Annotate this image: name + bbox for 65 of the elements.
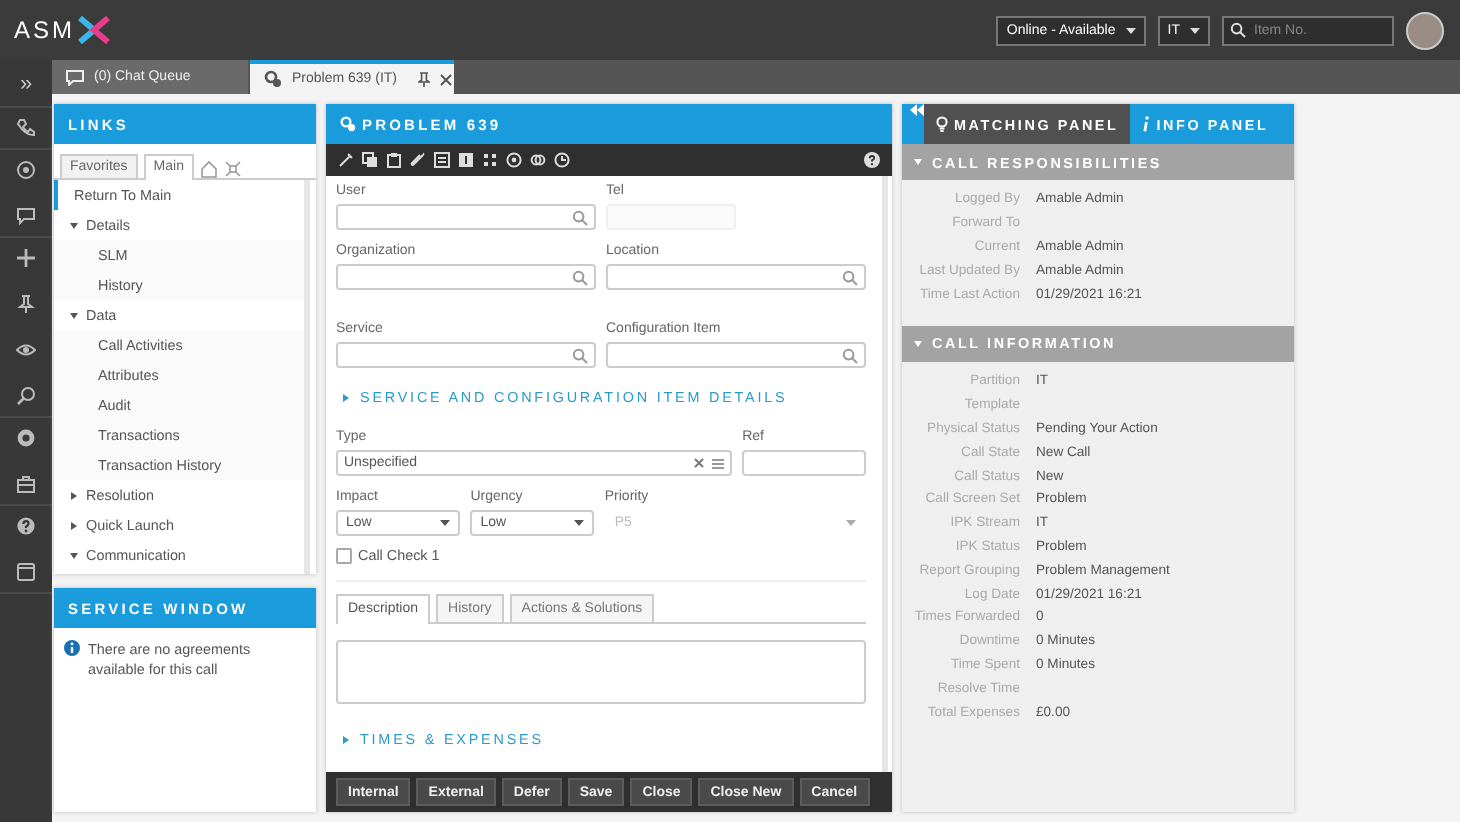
close-icon[interactable] bbox=[439, 73, 452, 85]
plus-icon[interactable] bbox=[16, 248, 36, 268]
paperclip-icon[interactable] bbox=[410, 152, 426, 168]
collapse-icon[interactable] bbox=[910, 104, 924, 116]
avatar[interactable] bbox=[1406, 11, 1444, 49]
caret-down-icon[interactable] bbox=[70, 551, 78, 559]
window-icon[interactable] bbox=[16, 562, 36, 582]
search-icon bbox=[572, 269, 588, 285]
clipboard-icon[interactable] bbox=[386, 152, 402, 168]
form-icon[interactable] bbox=[434, 152, 450, 168]
logo-text: ASM bbox=[14, 16, 76, 44]
pin-icon[interactable] bbox=[417, 71, 430, 87]
caret-down-icon[interactable] bbox=[70, 221, 78, 229]
caret-down-icon bbox=[845, 520, 856, 526]
link-icon[interactable] bbox=[530, 152, 546, 168]
copy-icon[interactable] bbox=[362, 152, 378, 168]
badge-icon[interactable] bbox=[16, 428, 36, 448]
search-icon bbox=[572, 347, 588, 363]
input-field[interactable] bbox=[336, 204, 596, 230]
wand-icon[interactable] bbox=[338, 152, 354, 168]
info-icon bbox=[64, 640, 80, 656]
eye-icon[interactable] bbox=[16, 340, 36, 360]
caret-down-icon bbox=[1190, 27, 1200, 33]
search-icon[interactable] bbox=[16, 386, 36, 406]
bulb-icon bbox=[936, 116, 948, 132]
caret-down-icon bbox=[440, 520, 451, 526]
form-icon[interactable] bbox=[458, 152, 474, 168]
clock-icon[interactable] bbox=[554, 152, 570, 168]
pin-icon[interactable] bbox=[16, 294, 36, 314]
search-icon bbox=[842, 347, 858, 363]
help-icon[interactable] bbox=[864, 152, 880, 168]
info-icon bbox=[1142, 116, 1151, 132]
help-icon[interactable] bbox=[16, 516, 36, 536]
caret-right-icon[interactable] bbox=[342, 735, 350, 743]
briefcase-icon[interactable] bbox=[16, 474, 36, 494]
chat-icon[interactable] bbox=[16, 206, 36, 226]
caret-down-icon[interactable] bbox=[70, 311, 78, 319]
description-field[interactable] bbox=[336, 640, 866, 704]
grid-icon[interactable] bbox=[482, 152, 498, 168]
clear-icon[interactable] bbox=[694, 458, 705, 468]
expand-glyph[interactable]: » bbox=[19, 74, 33, 96]
chat-icon bbox=[66, 69, 84, 85]
target-icon[interactable] bbox=[506, 152, 522, 168]
input-field[interactable] bbox=[336, 342, 596, 368]
input-field[interactable] bbox=[606, 342, 866, 368]
caret-down-icon bbox=[1125, 27, 1136, 33]
input-field[interactable] bbox=[606, 264, 866, 290]
search-icon bbox=[572, 209, 588, 225]
input-field[interactable] bbox=[336, 264, 596, 290]
input-field[interactable] bbox=[742, 450, 866, 476]
caret-right-icon[interactable] bbox=[70, 491, 78, 499]
caret-down-icon bbox=[574, 520, 585, 526]
checkbox[interactable] bbox=[336, 547, 352, 563]
gears-icon bbox=[264, 70, 282, 88]
logo-x-drawing bbox=[77, 16, 110, 44]
search-icon bbox=[1230, 22, 1246, 38]
caret-right-icon[interactable] bbox=[342, 393, 350, 401]
gears-icon bbox=[340, 116, 356, 132]
target-icon[interactable] bbox=[16, 160, 36, 180]
home-icon[interactable] bbox=[199, 160, 218, 178]
search-icon bbox=[842, 269, 858, 285]
phone-icon[interactable] bbox=[16, 118, 36, 138]
caret-right-icon[interactable] bbox=[70, 521, 78, 529]
list-icon[interactable] bbox=[712, 457, 725, 469]
collapse-icon[interactable] bbox=[223, 160, 242, 178]
